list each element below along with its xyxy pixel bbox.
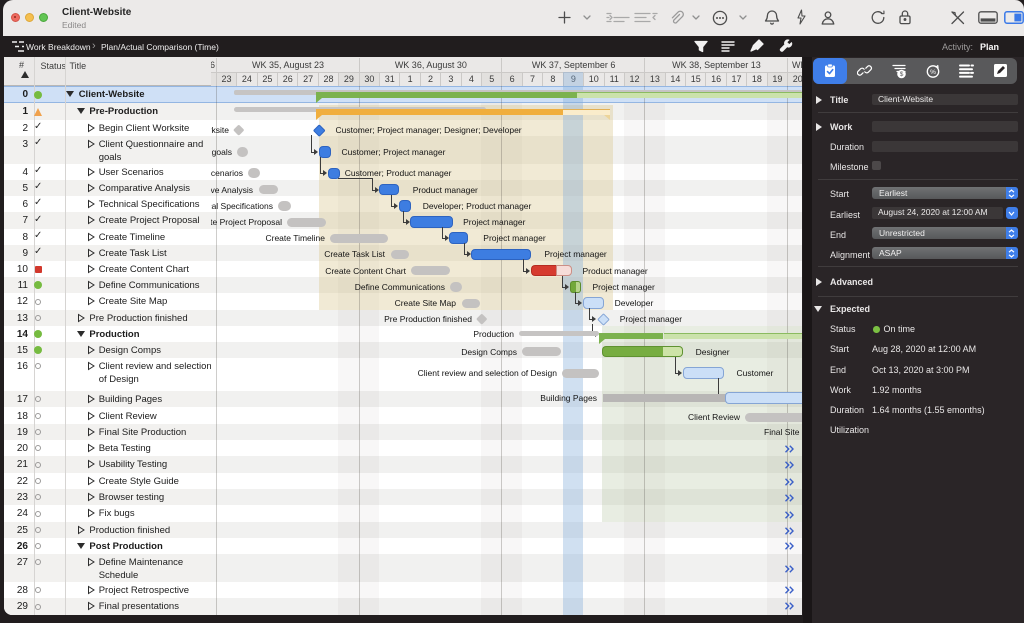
svg-text:$: $ [900,71,904,78]
svg-text:%: % [930,69,936,76]
